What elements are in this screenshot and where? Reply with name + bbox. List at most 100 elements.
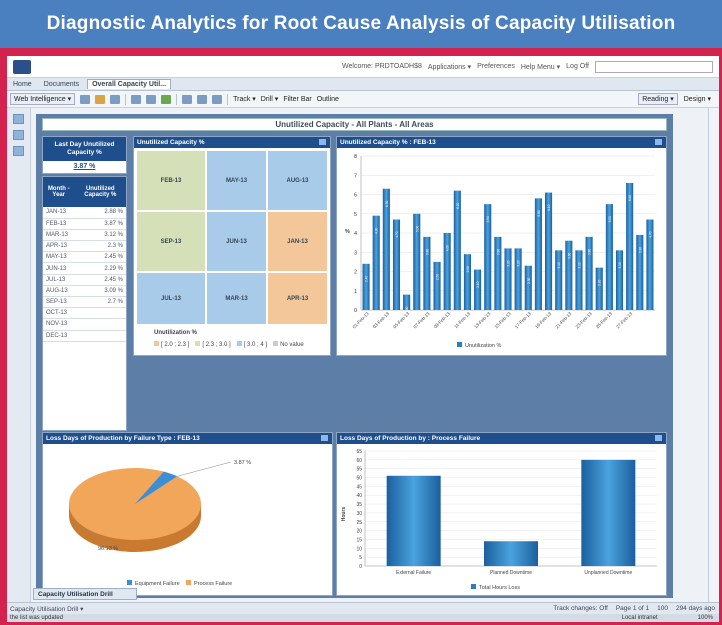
print-icon[interactable] <box>131 94 142 104</box>
bar[interactable] <box>484 541 538 566</box>
reading-mode-button[interactable]: Reading ▾ <box>638 93 678 105</box>
bar[interactable] <box>615 250 624 310</box>
bar-data-label: 4.90 <box>375 227 379 233</box>
legend-label: Process Failure <box>194 581 232 587</box>
filter-bar-button[interactable]: Filter Bar <box>283 96 311 103</box>
unutilized-bar-title: Unutilized Capacity % : FEB-13 <box>340 139 436 146</box>
new-doc-icon[interactable] <box>80 94 91 104</box>
x-tick-label: 17-Feb-13 <box>514 311 533 330</box>
month-cell[interactable]: AUG-13 <box>43 285 75 298</box>
web-intelligence-menu[interactable]: Web Intelligence ▾ <box>10 93 76 105</box>
navigation-map-icon[interactable] <box>13 114 24 124</box>
y-tick-label: 8 <box>354 154 357 160</box>
tab-documents[interactable]: Documents <box>40 80 83 89</box>
page-indicator[interactable]: Page 1 of 1 <box>616 605 649 612</box>
heatmap-cell[interactable]: JUL-13 <box>136 272 206 325</box>
browser-zoom[interactable]: 100% <box>698 615 713 621</box>
report-tab[interactable]: Capacity Utilisation Drill <box>33 588 137 600</box>
month-cell[interactable]: FEB-13 <box>43 218 75 230</box>
table-row: MAY-13 2.45 % <box>43 251 126 264</box>
bar[interactable] <box>362 263 370 310</box>
applications-menu[interactable]: Applications ▾ <box>428 63 471 71</box>
month-cell[interactable]: MAY-13 <box>43 251 75 264</box>
report-selector[interactable]: Capacity Utilisation Drill ▾ <box>10 605 83 613</box>
drill-button[interactable]: Drill ▾ <box>261 95 279 103</box>
heatmap-cell[interactable]: MAY-13 <box>206 150 267 211</box>
panel-menu-icon[interactable] <box>321 435 328 441</box>
vertical-scrollbar[interactable] <box>708 108 719 604</box>
bar[interactable] <box>524 265 532 310</box>
logoff-link[interactable]: Log Off <box>566 63 589 70</box>
col-value-header: Unutilized Capacity % <box>74 177 126 207</box>
bar-data-label: 5.00 <box>415 226 419 232</box>
preferences-link[interactable]: Preferences <box>477 63 515 70</box>
design-mode-button[interactable]: Design ▾ <box>684 95 711 103</box>
heatmap-title: Unutilized Capacity % <box>137 139 205 146</box>
heatmap-cell[interactable]: SEP-13 <box>136 211 206 272</box>
value-cell <box>74 330 126 342</box>
month-cell[interactable]: JUL-13 <box>43 274 75 286</box>
input-controls-icon[interactable] <box>13 130 24 140</box>
bar[interactable] <box>565 240 573 310</box>
welcome-text: Welcome: PRDTOADH$8 <box>342 63 422 70</box>
bar[interactable] <box>581 459 636 566</box>
month-cell[interactable]: DEC-13 <box>43 330 75 342</box>
heatmap-cell[interactable]: APR-13 <box>267 272 328 325</box>
bar[interactable] <box>555 250 563 310</box>
refresh-icon[interactable] <box>212 94 223 104</box>
heatmap-cell[interactable]: JAN-13 <box>267 211 328 272</box>
panel-menu-icon[interactable] <box>655 435 662 441</box>
month-cell[interactable]: JUN-13 <box>43 262 75 275</box>
bar[interactable] <box>443 233 451 310</box>
search-input[interactable] <box>595 60 713 73</box>
track-button[interactable]: Track ▾ <box>233 95 256 103</box>
bar[interactable] <box>504 248 512 310</box>
unutilized-bar-header: Unutilized Capacity % : FEB-13 <box>337 137 666 148</box>
value-cell: 2.45 % <box>74 251 126 264</box>
bar[interactable] <box>514 248 522 310</box>
x-tick-label: 11-Feb-13 <box>453 311 471 329</box>
bar[interactable] <box>386 475 441 566</box>
heatmap-legend-item: [ 2.0 ; 2.3 ] <box>154 341 189 348</box>
last-day-kpi: Last Day Unutilized Capacity % 3.87 % <box>42 136 127 174</box>
heatmap-cell[interactable]: AUG-13 <box>267 150 328 211</box>
table-row: APR-13 2.3 % <box>43 240 126 253</box>
panel-menu-icon[interactable] <box>319 139 326 145</box>
bar[interactable] <box>636 234 644 310</box>
x-tick-label: 19-Feb-13 <box>534 311 553 330</box>
zoom-select[interactable]: 100 <box>657 605 668 612</box>
bar[interactable] <box>494 236 502 310</box>
save-icon[interactable] <box>110 94 121 104</box>
month-cell[interactable]: SEP-13 <box>43 296 75 309</box>
bar[interactable] <box>585 236 593 310</box>
bar[interactable] <box>595 267 603 310</box>
bar[interactable] <box>575 250 583 310</box>
heatmap-cell[interactable]: FEB-13 <box>136 150 206 211</box>
help-menu[interactable]: Help Menu ▾ <box>521 63 560 71</box>
month-cell[interactable]: MAR-13 <box>43 229 75 242</box>
bar[interactable] <box>474 269 482 310</box>
tab-overall-capacity[interactable]: Overall Capacity Util... <box>87 79 172 89</box>
heatmap-cell[interactable]: MAR-13 <box>206 272 267 325</box>
open-icon[interactable] <box>95 94 106 104</box>
month-cell[interactable]: OCT-13 <box>43 307 75 320</box>
available-objects-icon[interactable] <box>13 146 24 156</box>
last-day-value[interactable]: 3.87 % <box>43 163 126 170</box>
month-cell[interactable]: NOV-13 <box>43 318 75 331</box>
month-cell[interactable]: JAN-13 <box>43 207 75 219</box>
bar[interactable] <box>433 261 441 310</box>
legend-label: Equipment Failure <box>135 581 180 587</box>
tab-home[interactable]: Home <box>9 80 36 89</box>
bar[interactable] <box>463 254 471 310</box>
month-cell[interactable]: APR-13 <box>43 240 75 253</box>
redo-icon[interactable] <box>197 94 208 104</box>
heatmap-cell[interactable]: JUN-13 <box>206 211 267 272</box>
export-icon[interactable] <box>161 94 172 104</box>
panel-menu-icon[interactable] <box>655 139 662 145</box>
undo-icon[interactable] <box>182 94 193 104</box>
table-row: NOV-13 <box>43 318 126 331</box>
bar[interactable] <box>423 236 431 310</box>
outline-button[interactable]: Outline <box>317 96 339 103</box>
find-icon[interactable] <box>146 94 157 104</box>
y-tick-label: 7 <box>354 173 357 179</box>
